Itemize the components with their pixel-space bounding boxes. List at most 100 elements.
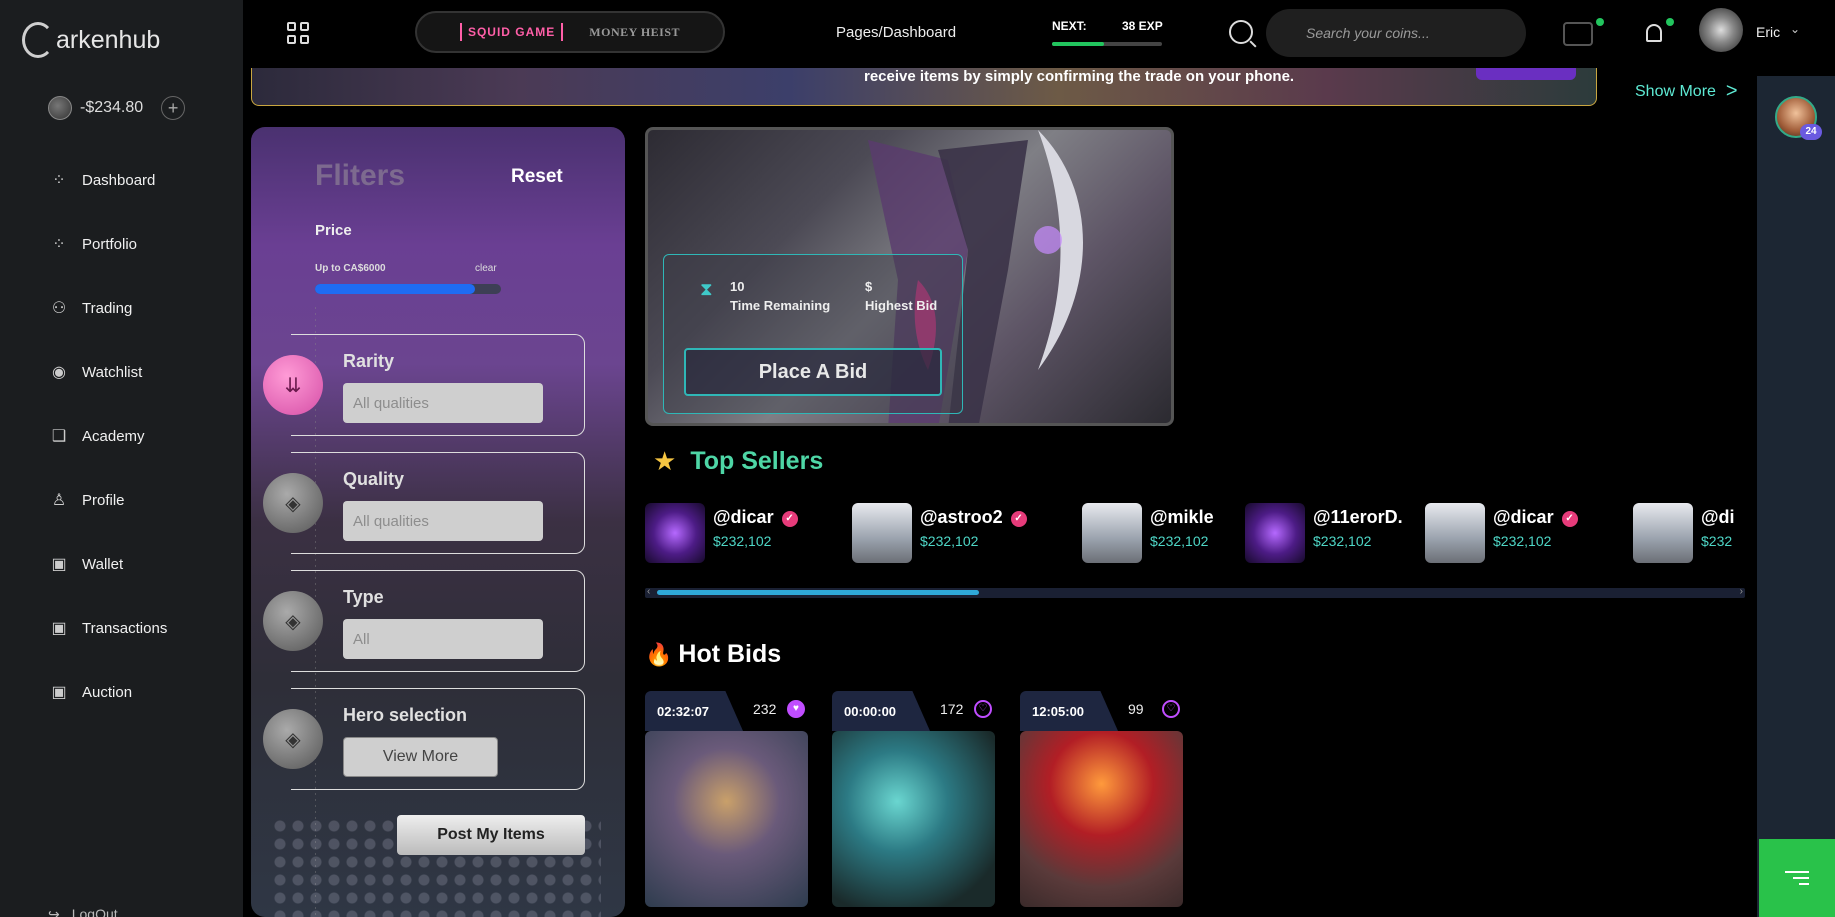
- promo-banner: receive items by simply confirming the t…: [251, 68, 1597, 106]
- sidebar-item-academy[interactable]: ❑ Academy: [48, 404, 167, 468]
- hot-bid-image: [645, 731, 808, 907]
- verified-icon: ✓: [1010, 511, 1027, 527]
- filter-rarity: ⇊ Rarity All qualities: [263, 334, 585, 436]
- logout-icon: ↪: [48, 906, 60, 917]
- add-funds-button[interactable]: +: [161, 96, 186, 120]
- coin-icon: [48, 96, 72, 120]
- verified-icon: ✓: [1561, 511, 1578, 527]
- user-avatar[interactable]: [1699, 8, 1743, 52]
- type-select[interactable]: All: [343, 619, 543, 659]
- sidebar-item-label: Portfolio: [82, 235, 138, 253]
- exp-progress-fill: [1052, 42, 1104, 46]
- post-my-items-button[interactable]: Post My Items: [397, 815, 585, 855]
- reset-button[interactable]: Reset: [511, 166, 563, 188]
- sidebar-item-label: Profile: [82, 491, 125, 509]
- price-label: Price: [315, 222, 352, 239]
- hot-bid-card[interactable]: 12:05:00 99 ♡: [1020, 691, 1183, 917]
- scrollbar-thumb[interactable]: [657, 590, 979, 595]
- arrow-right-icon: >: [1725, 80, 1738, 102]
- seller-avatar: [1082, 503, 1142, 563]
- flame-icon: 🔥: [645, 641, 673, 667]
- scroll-left-icon[interactable]: ‹: [647, 586, 650, 597]
- wallet-icon: ▣: [51, 620, 67, 637]
- highest-bid: $ Highest Bid: [865, 277, 937, 315]
- hot-bid-card[interactable]: 02:32:07 232 ♥: [645, 691, 808, 917]
- seller-name: @dicar ✓: [713, 507, 798, 528]
- top-sellers-heading: ★ Top Sellers: [653, 446, 823, 477]
- sidebar-item-auction[interactable]: ▣ Auction: [48, 660, 167, 724]
- logout-link[interactable]: ↪ LogOut: [48, 906, 118, 917]
- brand-name: arkenhub: [56, 25, 161, 54]
- diamond-icon: ◈: [263, 709, 323, 769]
- heart-icon[interactable]: ♡: [974, 700, 992, 718]
- scroll-right-icon[interactable]: ›: [1740, 586, 1743, 597]
- chat-icon[interactable]: [1563, 22, 1593, 46]
- search-input[interactable]: [1266, 9, 1526, 57]
- like-count: 232: [753, 701, 777, 717]
- star-icon: ★: [653, 446, 677, 476]
- sidebar-item-portfolio[interactable]: ⁘ Portfolio: [48, 212, 167, 276]
- eye-icon: ◉: [52, 364, 66, 381]
- diamond-icon: ◈: [263, 591, 323, 651]
- user-name[interactable]: Eric: [1756, 24, 1780, 40]
- menu-icon[interactable]: [1759, 839, 1835, 917]
- show-more-link[interactable]: Show More >: [1635, 80, 1738, 103]
- view-more-button[interactable]: View More: [343, 737, 498, 777]
- dots-icon: ⁘: [52, 172, 66, 189]
- seller-avatar: [852, 503, 912, 563]
- sidebar-item-wallet[interactable]: ▣ Wallet: [48, 532, 167, 596]
- book-icon: ❑: [51, 428, 67, 445]
- friend-count-badge: 24: [1800, 124, 1822, 140]
- next-exp: 38 EXP: [1122, 19, 1163, 33]
- bid-timer: 02:32:07: [645, 691, 743, 731]
- sidebar-item-label: Watchlist: [82, 363, 143, 381]
- place-bid-button[interactable]: Place A Bid: [684, 348, 942, 396]
- game-switcher: SQUID GAME MONEY HEIST: [415, 11, 725, 53]
- sellers-carousel: @dicar ✓ $232,102 @astroo2 ✓ $232,102 @mikle $2…: [645, 503, 1745, 563]
- filter-rarity-label: Rarity: [343, 351, 395, 371]
- rarity-select[interactable]: All qualities: [343, 383, 543, 423]
- apps-grid-icon[interactable]: [287, 22, 309, 44]
- filter-hero-label: Hero selection: [343, 705, 468, 725]
- seller-name: @mikle: [1150, 507, 1214, 527]
- chat-notification-dot: [1596, 18, 1604, 26]
- chevrons-down-icon: ⇊: [263, 355, 323, 415]
- balance-amount: -$234.80: [80, 99, 144, 116]
- sidebar-item-watchlist[interactable]: ◉ Watchlist: [48, 340, 167, 404]
- seller-name: @di: [1701, 507, 1735, 527]
- seller-price: $232,102: [1313, 533, 1372, 549]
- featured-item-card: ⧗ 10 Time Remaining $ Highest Bid Place …: [645, 127, 1174, 426]
- chevron-down-icon[interactable]: ⌄: [1790, 22, 1800, 36]
- tab-money-heist[interactable]: MONEY HEIST: [589, 25, 680, 40]
- seller-avatar: [1425, 503, 1485, 563]
- heart-icon[interactable]: ♥: [787, 700, 805, 718]
- sidebar-item-profile[interactable]: ♙ Profile: [48, 468, 167, 532]
- bid-panel: ⧗ 10 Time Remaining $ Highest Bid Place …: [663, 254, 963, 414]
- filter-quality-label: Quality: [343, 469, 405, 489]
- banner-button[interactable]: [1476, 68, 1576, 80]
- breadcrumb: Pages/Dashboard: [836, 24, 957, 41]
- sidebar-item-trading[interactable]: ⚇ Trading: [48, 276, 167, 340]
- brand-logo[interactable]: arkenhub: [22, 22, 160, 58]
- quality-select[interactable]: All qualities: [343, 501, 543, 541]
- sidebar-item-transactions[interactable]: ▣ Transactions: [48, 596, 167, 660]
- sidebar-item-label: Wallet: [82, 555, 124, 573]
- top-header: SQUID GAME MONEY HEIST Pages/Dashboard N…: [243, 0, 1835, 68]
- tab-squid-game[interactable]: SQUID GAME: [459, 23, 564, 41]
- time-remaining-label: Time Remaining: [730, 298, 831, 313]
- hot-bid-card[interactable]: 00:00:00 172 ♡: [832, 691, 995, 917]
- balance: -$234.80 +: [48, 96, 186, 120]
- price-slider[interactable]: [315, 284, 501, 294]
- logout-label: LogOut: [71, 906, 118, 917]
- bell-notification-dot: [1666, 18, 1674, 26]
- dots-icon: ⁘: [52, 236, 66, 253]
- bell-icon[interactable]: [1646, 24, 1662, 42]
- sidebar-item-dashboard[interactable]: ⁘ Dashboard: [48, 148, 167, 212]
- search-icon[interactable]: [1229, 20, 1253, 44]
- hot-bids-heading: 🔥 Hot Bids: [645, 640, 781, 669]
- wallet-icon: ▣: [51, 556, 67, 573]
- price-clear-link[interactable]: clear: [475, 263, 497, 274]
- bid-timer: 00:00:00: [832, 691, 930, 731]
- heart-icon[interactable]: ♡: [1162, 700, 1180, 718]
- sellers-scrollbar[interactable]: ‹ ›: [645, 586, 1745, 598]
